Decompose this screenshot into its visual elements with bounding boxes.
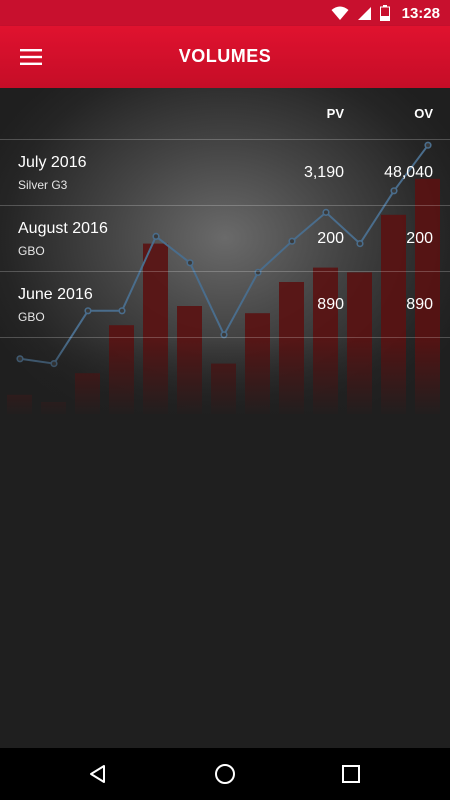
back-icon [90, 765, 105, 783]
row-ov-value: 890 [406, 296, 433, 313]
volume-row[interactable]: August 2016 GBO 200 200 [0, 206, 450, 272]
row-pv-value: 200 [317, 230, 344, 247]
page-title: VOLUMES [178, 46, 272, 66]
row-period: July 2016 [18, 154, 87, 171]
status-icons: 13:28 [331, 3, 440, 23]
wifi-icon [331, 6, 349, 20]
row-rank: Silver G3 [18, 178, 68, 192]
home-button[interactable] [211, 760, 239, 788]
back-button[interactable] [84, 760, 112, 788]
row-rank: GBO [18, 244, 45, 258]
app-bar: VOLUMES [0, 26, 450, 88]
row-pv-value: 890 [317, 296, 344, 313]
row-period: August 2016 [18, 220, 108, 237]
status-time: 13:28 [401, 4, 440, 22]
row-period: June 2016 [18, 286, 93, 303]
chart-fade [0, 338, 450, 418]
row-ov-value: 200 [406, 230, 433, 247]
column-header-pv: PV [326, 106, 344, 121]
volume-row[interactable]: July 2016 Silver G3 3,190 48,040 [0, 140, 450, 206]
recents-button[interactable] [337, 760, 365, 788]
volume-row[interactable]: June 2016 GBO 890 890 [0, 272, 450, 338]
column-header-ov: OV [414, 106, 433, 121]
home-icon [215, 764, 235, 784]
row-divider [0, 337, 450, 338]
row-pv-value: 3,190 [303, 164, 344, 181]
row-rank: GBO [18, 310, 45, 324]
recents-icon [342, 765, 360, 783]
row-ov-value: 48,040 [384, 164, 433, 181]
navigation-bar [0, 748, 450, 800]
signal-icon [357, 6, 371, 20]
battery-icon [379, 5, 390, 21]
volumes-content[interactable]: PV OV July 2016 Silver G3 3,190 48,040 A… [0, 88, 450, 748]
status-bar: 13:28 [0, 0, 450, 26]
